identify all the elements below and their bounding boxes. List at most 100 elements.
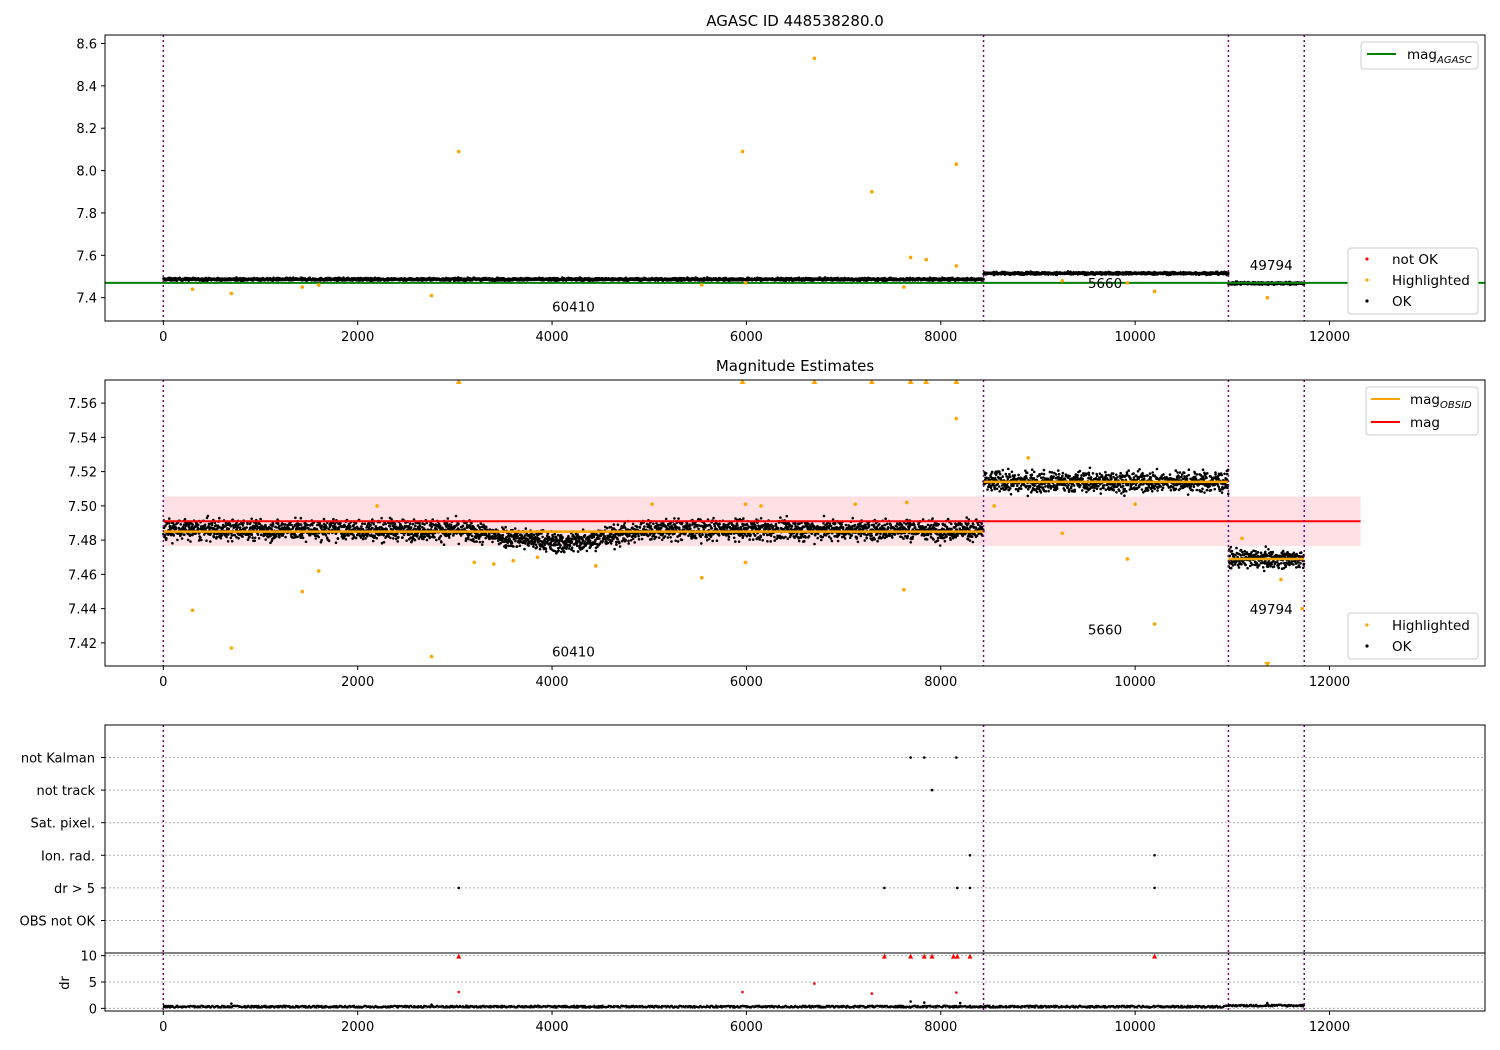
ok-point [230,539,234,543]
ok-point [191,523,194,526]
x-tick-label: 8000 [924,330,957,345]
ok-point [250,533,254,536]
ok-point [259,533,263,537]
ok-point [226,540,230,543]
highlighted-point [1060,278,1065,283]
highlighted-point [740,149,745,154]
y-tick-label: 8.6 [76,37,97,52]
figure: AGASC ID 448538280.0 0 2000 4000 6000 8000 10… [20,12,1486,1035]
ok-point [172,534,175,537]
ok-point [254,522,258,525]
x-tick-label: 2000 [341,330,374,345]
ok-point [180,537,184,540]
highlighted-point [869,189,874,194]
highlighted-point [699,283,704,287]
ok-point [200,538,203,542]
ok-point [203,523,207,527]
ok-point [250,517,253,521]
highlighted-point [429,293,434,298]
x-tick-label: 4000 [535,330,568,345]
highlighted-point [812,56,817,61]
highlighted-point [908,255,913,260]
legend-label: Highlighted [1392,273,1470,289]
ok-point [220,534,224,537]
x-tick-label: 0 [159,330,167,345]
legend-label: not OK [1392,252,1439,268]
chart-title: AGASC ID 448538280.0 [706,12,884,30]
panel-magnitude-estimates: Magnitude Estimates 0 2000 4000 6000 8000 100… [68,357,1486,690]
highlighted-point [456,149,461,154]
ok-point [206,514,210,518]
ok-point [241,535,244,538]
ok-point [256,533,260,536]
ok-point [215,535,218,539]
ok-point [186,538,190,542]
ok-point [205,539,208,542]
ok-point [168,517,171,520]
x-tick-label: 12000 [1309,330,1350,345]
obsid-annotation: 5660 [1088,276,1122,292]
ok-point [167,522,171,525]
ok-point [218,516,221,520]
obsid-annotation: 60410 [552,299,595,315]
ok-point [179,523,183,526]
obsid-annotation: 49794 [1250,258,1293,274]
ok-point [210,523,214,527]
ok-point [219,536,223,540]
ok-point [177,526,181,530]
ok-point [189,540,192,543]
y-tick-label: 7.6 [76,249,97,264]
ok-point [253,536,257,540]
highlighted-point [317,283,321,287]
ok-point [257,537,261,540]
ok-point [227,533,230,536]
legend-top: magAGASC [1360,41,1479,70]
highlighted-point [1265,295,1270,300]
ok-point [174,527,178,531]
ok-point [225,535,228,539]
highlighted-point [954,162,959,167]
ok-point [253,539,256,543]
ok-point [196,523,200,527]
highlighted-point [924,257,928,262]
y-tick-label: 8.4 [76,80,97,95]
y-tick-label: 7.8 [76,207,97,222]
highlighted-point [1152,289,1157,294]
legend-label: mag [1407,47,1437,63]
ok-point [238,523,241,526]
highlighted-point [1125,281,1130,285]
ok-point [237,537,240,540]
ok-point [982,277,985,281]
legend-subscript: AGASC [1436,55,1472,66]
ok-point [176,538,179,542]
highlighted-point [229,291,234,296]
ok-point [246,522,249,526]
ok-point [163,534,167,537]
highlighted-point [300,285,305,289]
y-tick-label: 8.0 [76,165,97,180]
ok-point [165,537,168,540]
highlighted-point [190,287,195,292]
ok-point [212,535,216,539]
highlighted-point [954,264,959,268]
ok-point [213,532,216,536]
ok-point [251,536,254,539]
x-tick-label: 6000 [730,330,763,345]
highlighted-point [743,281,748,285]
ok-point [199,536,202,539]
ok-point [209,540,212,543]
ok-point [227,527,231,531]
ok-point [248,535,251,539]
x-tick-label: 10000 [1114,330,1155,345]
ok-point [197,527,200,531]
legend-bottom: not OK Highlighted OK [1347,247,1479,315]
y-tick-label: 8.2 [76,122,97,137]
ok-point [259,517,262,521]
ok-point [229,536,233,540]
ok-point [241,524,245,527]
highlighted-point [902,285,906,289]
ok-point [246,538,250,541]
legend-label: OK [1392,294,1413,310]
y-tick-label: 7.4 [76,292,97,307]
ok-point [171,542,174,545]
